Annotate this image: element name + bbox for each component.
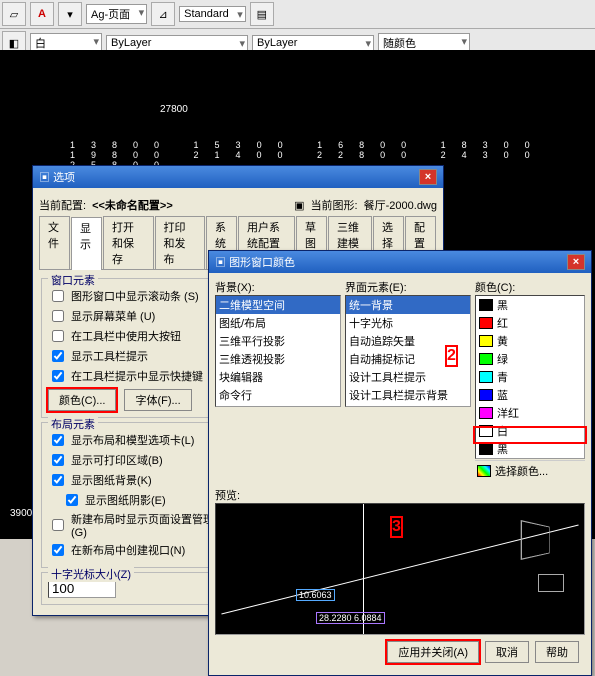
dimstyle-combo[interactable]: Standard [179, 6, 246, 22]
list-item: 图纸/布局 [216, 314, 340, 332]
tab-display[interactable]: 显示 [71, 217, 102, 270]
color-item[interactable]: 洋红 [476, 404, 584, 422]
list-item: 命令行 [216, 386, 340, 404]
list-item: 块编辑器 [216, 368, 340, 386]
color-item[interactable]: 黑 [476, 296, 584, 314]
chk-scrollbars[interactable]: 图形窗口中显示滚动条 (S) [48, 287, 227, 305]
element-label: 界面元素(E): [345, 279, 471, 295]
list-item: 设计工具栏提示背景 [346, 386, 470, 404]
dropdown-icon[interactable]: ▾ [58, 2, 82, 26]
window-elements-group: 窗口元素 图形窗口中显示滚动条 (S) 显示屏幕菜单 (U) 在工具栏中使用大按… [41, 278, 234, 418]
close-icon[interactable]: × [567, 254, 585, 270]
preview-label: 预览: [215, 487, 585, 503]
color-item[interactable]: 绿 [476, 350, 584, 368]
dim-text: 27800 [160, 104, 188, 115]
coord-2: 28.2280 6.0884 [316, 612, 385, 624]
color-item[interactable]: 蓝 [476, 386, 584, 404]
colors-button[interactable]: 颜色(C)... [48, 389, 116, 411]
coord-1: 10.6063 [296, 589, 335, 601]
chk-printarea[interactable]: 显示可打印区域(B) [48, 451, 227, 469]
list-item: 二维模型空间 [216, 296, 340, 314]
list-item: 打印预览 [216, 404, 340, 407]
cancel-button[interactable]: 取消 [485, 641, 529, 663]
chk-screenmenu[interactable]: 显示屏幕菜单 (U) [48, 307, 227, 325]
color-label: 颜色(C): [475, 279, 585, 295]
palette-icon [477, 465, 491, 477]
drawing-label: 当前图形: [311, 197, 358, 213]
color-item[interactable]: 黑 [476, 440, 584, 458]
context-list[interactable]: 二维模型空间 图纸/布局 三维平行投影 三维透视投影 块编辑器 命令行 打印预览 [215, 295, 341, 407]
dialog-title: ▣ 图形窗口颜色 [215, 254, 295, 270]
dimstyle-icon[interactable]: ⊿ [151, 2, 175, 26]
profile-label: 当前配置: [39, 197, 86, 213]
color-item[interactable]: 红 [476, 314, 584, 332]
color-item[interactable]: 青 [476, 368, 584, 386]
group-title: 布局元素 [48, 416, 98, 432]
chk-paperbg[interactable]: 显示图纸背景(K) [48, 471, 227, 489]
group-title: 十字光标大小(Z) [48, 566, 134, 582]
fonts-button[interactable]: 字体(F)... [124, 389, 191, 411]
color-dialog: ▣ 图形窗口颜色 × 背景(X): 二维模型空间 图纸/布局 三维平行投影 三维… [208, 250, 592, 676]
color-item[interactable]: 黄 [476, 332, 584, 350]
profile-value: <<未命名配置>> [92, 197, 173, 213]
list-item: 三维平行投影 [216, 332, 340, 350]
chk-tooltips[interactable]: 显示工具栏提示 [48, 347, 227, 365]
callout-3: 3 [390, 516, 403, 538]
tab-plot[interactable]: 打印和发布 [155, 216, 206, 269]
table-icon[interactable]: ▤ [250, 2, 274, 26]
ltype-combo[interactable]: ByLayer [106, 35, 248, 51]
chk-shortcuts[interactable]: 在工具栏提示中显示快捷键 [48, 367, 227, 385]
options-titlebar[interactable]: ▣ 选项 × [33, 166, 443, 188]
close-icon[interactable]: × [419, 169, 437, 185]
chk-viewport[interactable]: 在新布局中创建视口(N) [48, 541, 227, 559]
dialog-title: ▣ 选项 [39, 169, 75, 185]
chk-shadow[interactable]: 显示图纸阴影(E) [62, 491, 227, 509]
crosshair-group: 十字光标大小(Z) [41, 572, 234, 605]
tab-opensave[interactable]: 打开和保存 [103, 216, 154, 269]
dwg-icon: ▣ [294, 199, 304, 212]
layout-elements-group: 布局元素 显示布局和模型选项卡(L) 显示可打印区域(B) 显示图纸背景(K) … [41, 422, 234, 568]
help-button[interactable]: 帮助 [535, 641, 579, 663]
context-label: 背景(X): [215, 279, 341, 295]
list-item: 三维透视投影 [216, 350, 340, 368]
select-color-item[interactable]: 选择颜色... [495, 463, 548, 479]
style-a-icon[interactable]: A [30, 2, 54, 26]
color-titlebar[interactable]: ▣ 图形窗口颜色 × [209, 251, 591, 273]
new-icon[interactable]: ▱ [2, 2, 26, 26]
chk-tabs[interactable]: 显示布局和模型选项卡(L) [48, 431, 227, 449]
color-list[interactable]: 黑红黄绿青蓝洋红白黑 [475, 295, 585, 459]
chk-largebtn[interactable]: 在工具栏中使用大按钮 [48, 327, 227, 345]
group-title: 窗口元素 [48, 272, 98, 288]
list-item: 设计工具栏提示 [346, 368, 470, 386]
chk-pagesetup[interactable]: 新建布局时显示页面设置管理器(G) [48, 511, 227, 539]
list-item: 统一背景 [346, 296, 470, 314]
drawing-value: 餐厅-2000.dwg [364, 197, 437, 213]
callout-2: 2 [445, 345, 458, 367]
textstyle-combo[interactable]: Ag-页面 [86, 4, 147, 24]
tab-file[interactable]: 文件 [39, 216, 70, 269]
list-item: 起草工具 [346, 404, 470, 407]
color-item[interactable]: 白 [476, 422, 584, 440]
list-item: 十字光标 [346, 314, 470, 332]
lweight-combo[interactable]: ByLayer [252, 35, 374, 51]
apply-close-button[interactable]: 应用并关闭(A) [387, 641, 479, 663]
